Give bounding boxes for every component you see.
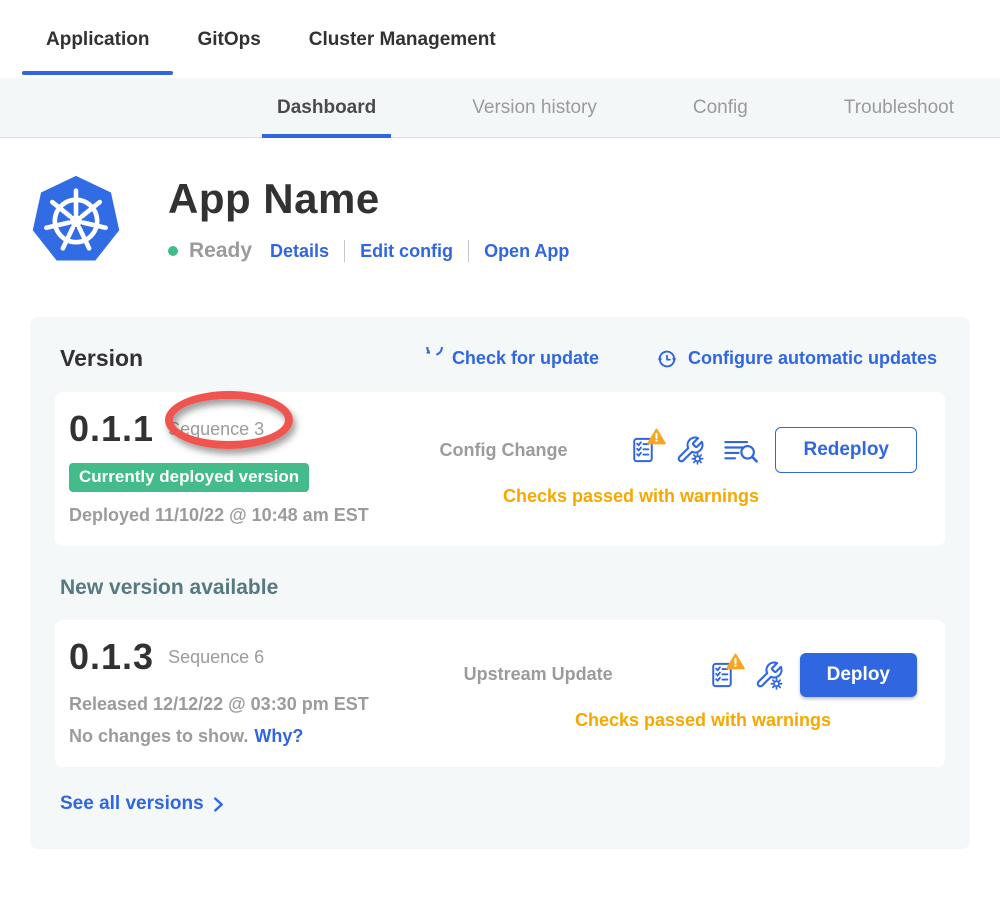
edit-config-wrench-icon[interactable] <box>754 660 784 690</box>
changes-note-row: No changes to show. Why? <box>69 726 421 747</box>
auto-update-clock-icon <box>655 347 679 371</box>
current-version-row: 0.1.1 Sequence 3 <box>69 408 421 450</box>
configure-automatic-updates-label: Configure automatic updates <box>688 348 937 369</box>
version-panel-header: Version Check for update <box>55 345 945 372</box>
tab-dashboard[interactable]: Dashboard <box>262 78 391 137</box>
preflight-checks-warning-icon[interactable] <box>629 436 657 464</box>
check-for-update-link[interactable]: Check for update <box>420 347 599 370</box>
page-title: App Name <box>168 175 569 223</box>
version-panel-actions: Check for update Configure automatic upd… <box>420 347 937 371</box>
warning-triangle-icon <box>647 428 666 445</box>
released-timestamp: Released 12/12/22 @ 03:30 pm EST <box>69 694 421 715</box>
edit-config-wrench-icon[interactable] <box>675 435 705 465</box>
no-changes-label: No changes to show. <box>69 726 248 746</box>
deploy-button[interactable]: Deploy <box>800 653 917 697</box>
status-label: Ready <box>189 239 252 263</box>
current-version-actions: Config Change <box>421 408 917 526</box>
currently-deployed-badge: Currently deployed version <box>69 463 309 492</box>
current-version-info: 0.1.1 Sequence 3 Currently deployed vers… <box>69 408 421 526</box>
version-panel-title: Version <box>60 345 143 372</box>
available-version-icons <box>708 660 784 690</box>
tab-cluster-management[interactable]: Cluster Management <box>285 0 520 78</box>
tab-version-history[interactable]: Version history <box>457 78 612 137</box>
deployed-timestamp: Deployed 11/10/22 @ 10:48 am EST <box>69 505 421 526</box>
available-version-number: 0.1.3 <box>69 636 154 678</box>
available-version-source: Upstream Update <box>464 664 613 685</box>
edit-config-link[interactable]: Edit config <box>360 241 453 262</box>
version-panel: Version Check for update <box>30 317 970 849</box>
status-dot-icon <box>168 246 178 256</box>
primary-nav: Application GitOps Cluster Management <box>0 0 1000 78</box>
available-version-card: 0.1.3 Sequence 6 Released 12/12/22 @ 03:… <box>55 620 945 767</box>
tab-application[interactable]: Application <box>22 0 173 78</box>
kubernetes-logo-icon <box>30 171 122 271</box>
available-version-actions: Upstream Update <box>421 636 917 747</box>
open-app-link[interactable]: Open App <box>484 241 569 262</box>
divider <box>344 240 345 262</box>
why-link[interactable]: Why? <box>254 726 303 746</box>
tab-troubleshoot[interactable]: Troubleshoot <box>829 78 969 137</box>
redeploy-button[interactable]: Redeploy <box>775 427 917 473</box>
current-version-icons <box>629 435 759 465</box>
refresh-icon <box>420 347 443 370</box>
available-version-action-row: Upstream Update <box>421 653 917 697</box>
secondary-nav: Dashboard Version history Config Trouble… <box>0 78 1000 138</box>
check-for-update-label: Check for update <box>452 348 599 369</box>
see-all-versions-link[interactable]: See all versions <box>60 793 224 815</box>
current-version-sequence: Sequence 3 <box>168 419 264 440</box>
warning-triangle-icon <box>726 653 745 670</box>
chevron-right-icon <box>213 797 224 812</box>
current-version-card: 0.1.1 Sequence 3 Currently deployed vers… <box>55 392 945 546</box>
configure-automatic-updates-link[interactable]: Configure automatic updates <box>655 347 937 371</box>
available-version-row: 0.1.3 Sequence 6 <box>69 636 421 678</box>
app-header: App Name Ready Details Edit config Open … <box>30 171 1000 271</box>
see-all-versions-label: See all versions <box>60 793 204 815</box>
available-version-sequence: Sequence 6 <box>168 647 264 668</box>
app-status-row: Ready Details Edit config Open App <box>168 239 569 263</box>
new-version-available-heading: New version available <box>60 576 945 600</box>
view-diff-icon[interactable] <box>723 436 759 465</box>
preflight-checks-warning-icon[interactable] <box>708 661 736 689</box>
details-link[interactable]: Details <box>270 241 329 262</box>
tab-config[interactable]: Config <box>678 78 763 137</box>
available-version-info: 0.1.3 Sequence 6 Released 12/12/22 @ 03:… <box>69 636 421 747</box>
current-version-action-row: Config Change <box>421 427 917 473</box>
app-info: App Name Ready Details Edit config Open … <box>168 171 569 271</box>
available-version-checks-status: Checks passed with warnings <box>575 710 831 731</box>
current-version-number: 0.1.1 <box>69 408 154 450</box>
tab-gitops[interactable]: GitOps <box>173 0 284 78</box>
current-version-source: Config Change <box>439 440 567 461</box>
divider <box>468 240 469 262</box>
current-version-checks-status: Checks passed with warnings <box>503 486 759 507</box>
